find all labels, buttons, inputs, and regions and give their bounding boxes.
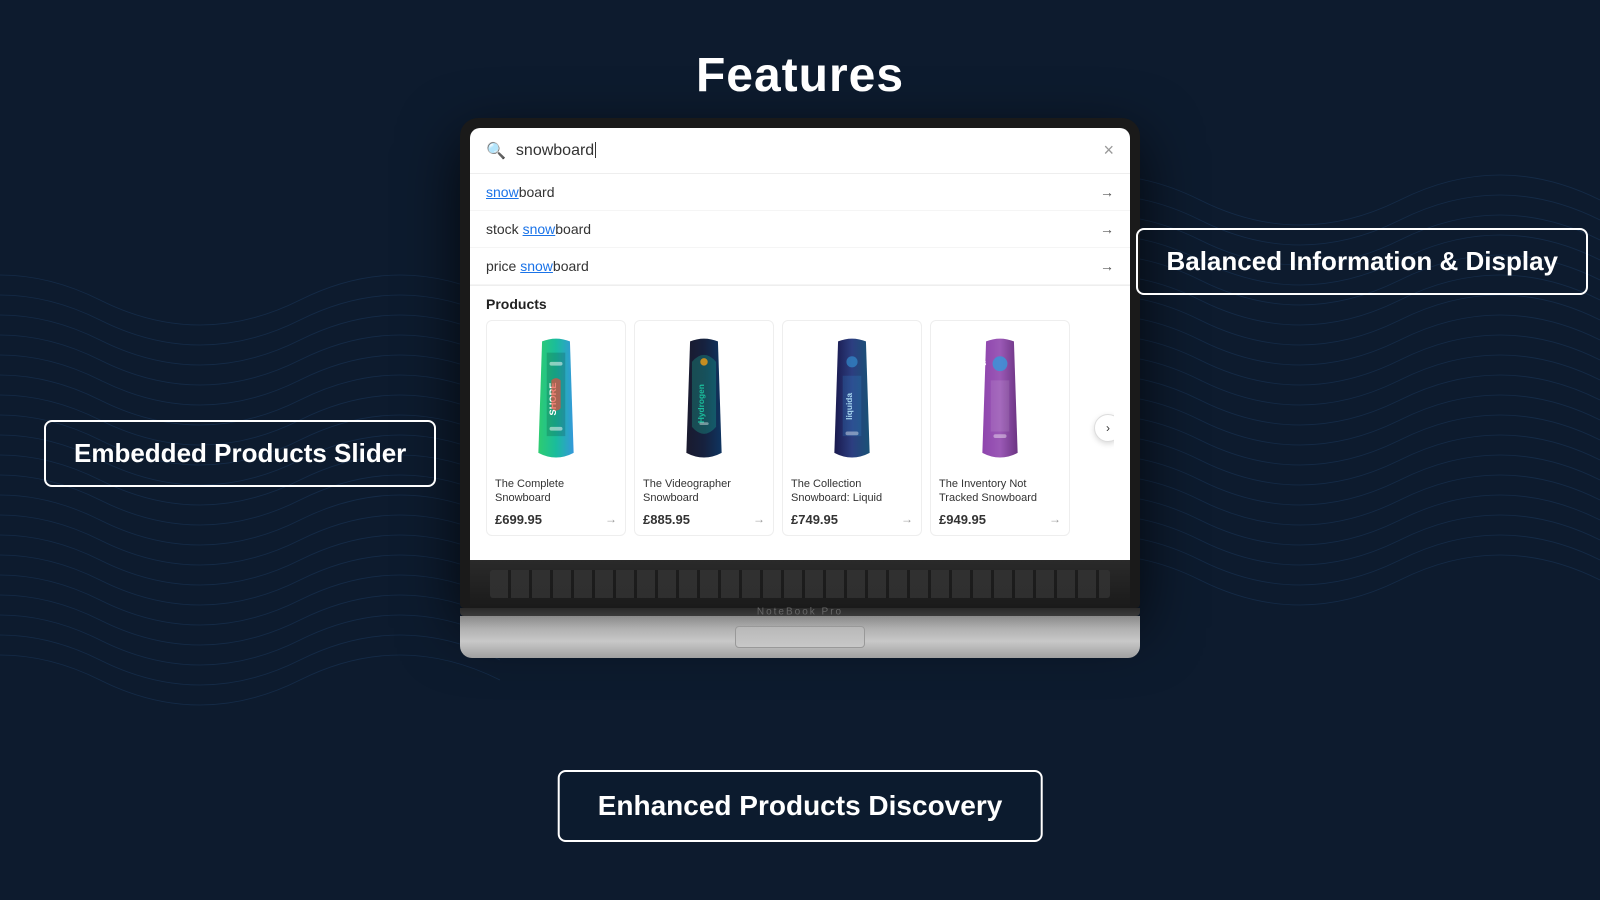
products-slider: SHORE The Complete Snowboard £699.95 →: [486, 320, 1114, 536]
products-section: Products: [470, 286, 1130, 542]
search-icon: 🔍: [486, 141, 506, 161]
product-price-1: £699.95 →: [495, 512, 617, 527]
product-card-3[interactable]: liquida The Collection Snowboard: Liquid…: [782, 320, 922, 536]
price-value-3: £749.95: [791, 512, 838, 527]
search-text: snowboard: [516, 142, 594, 159]
price-value-1: £699.95: [495, 512, 542, 527]
price-arrow-3: →: [901, 512, 913, 526]
arrow-icon-2: →: [1100, 221, 1114, 237]
product-card-1[interactable]: SHORE The Complete Snowboard £699.95 →: [486, 320, 626, 536]
laptop-keyboard: [470, 560, 1130, 608]
product-price-3: £749.95 →: [791, 512, 913, 527]
product-card-4[interactable]: S The Inventory Not Tracked Snowboard £9…: [930, 320, 1070, 536]
laptop-screen: 🔍 snowboard × snowboard → stock snowboar…: [460, 118, 1140, 608]
laptop-display: 🔍 snowboard × snowboard → stock snowboar…: [470, 128, 1130, 560]
slider-next-button[interactable]: ›: [1094, 414, 1114, 442]
balanced-information-display-label: Balanced Information & Display: [1136, 228, 1588, 295]
svg-text:liquida: liquida: [844, 393, 854, 420]
price-arrow-4: →: [1049, 512, 1061, 526]
suggestion-text-3: price snowboard: [486, 258, 589, 274]
suggestion-text-1: snowboard: [486, 184, 555, 200]
enhanced-products-discovery-label: Enhanced Products Discovery: [558, 770, 1043, 842]
product-price-4: £949.95 →: [939, 512, 1061, 527]
laptop: 🔍 snowboard × snowboard → stock snowboar…: [460, 118, 1140, 658]
product-card-2[interactable]: Hydrogen The Videographer Snowboard £885…: [634, 320, 774, 536]
suggestion-text-2: stock snowboard: [486, 221, 591, 237]
product-image-2: Hydrogen: [643, 329, 765, 469]
laptop-hinge: NoteBook Pro: [460, 608, 1140, 616]
svg-text:S: S: [982, 361, 987, 368]
laptop-trackpad[interactable]: [735, 626, 865, 648]
suggestion-highlight-1: snow: [486, 184, 519, 200]
suggestion-item-3[interactable]: price snowboard →: [470, 248, 1130, 285]
price-arrow-1: →: [605, 512, 617, 526]
search-cursor: [595, 142, 596, 158]
product-name-3: The Collection Snowboard: Liquid: [791, 477, 913, 506]
arrow-icon-3: →: [1100, 258, 1114, 274]
suggestion-item-2[interactable]: stock snowboard →: [470, 211, 1130, 248]
product-image-1: SHORE: [495, 329, 617, 469]
product-name-2: The Videographer Snowboard: [643, 477, 765, 506]
arrow-icon-1: →: [1100, 184, 1114, 200]
price-arrow-2: →: [753, 512, 765, 526]
product-image-4: S: [939, 329, 1061, 469]
suggestion-item-1[interactable]: snowboard →: [470, 174, 1130, 211]
svg-text:Hydrogen: Hydrogen: [696, 384, 706, 423]
keyboard-keys: [490, 570, 1110, 598]
product-price-2: £885.95 →: [643, 512, 765, 527]
suggestion-highlight-2: snow: [523, 221, 556, 237]
laptop-base: [460, 616, 1140, 658]
suggestion-list: snowboard → stock snowboard → price snow…: [470, 174, 1130, 286]
search-input[interactable]: snowboard: [516, 142, 1094, 160]
suggestion-highlight-3: snow: [520, 258, 553, 274]
search-bar[interactable]: 🔍 snowboard ×: [470, 128, 1130, 174]
embedded-products-slider-label: Embedded Products Slider: [44, 420, 436, 487]
close-icon[interactable]: ×: [1103, 140, 1114, 161]
search-ui: 🔍 snowboard × snowboard → stock snowboar…: [470, 128, 1130, 560]
price-value-2: £885.95: [643, 512, 690, 527]
product-image-3: liquida: [791, 329, 913, 469]
product-name-1: The Complete Snowboard: [495, 477, 617, 506]
price-value-4: £949.95: [939, 512, 986, 527]
product-name-4: The Inventory Not Tracked Snowboard: [939, 477, 1061, 506]
products-label: Products: [486, 296, 1114, 312]
page-title: Features: [696, 48, 904, 103]
